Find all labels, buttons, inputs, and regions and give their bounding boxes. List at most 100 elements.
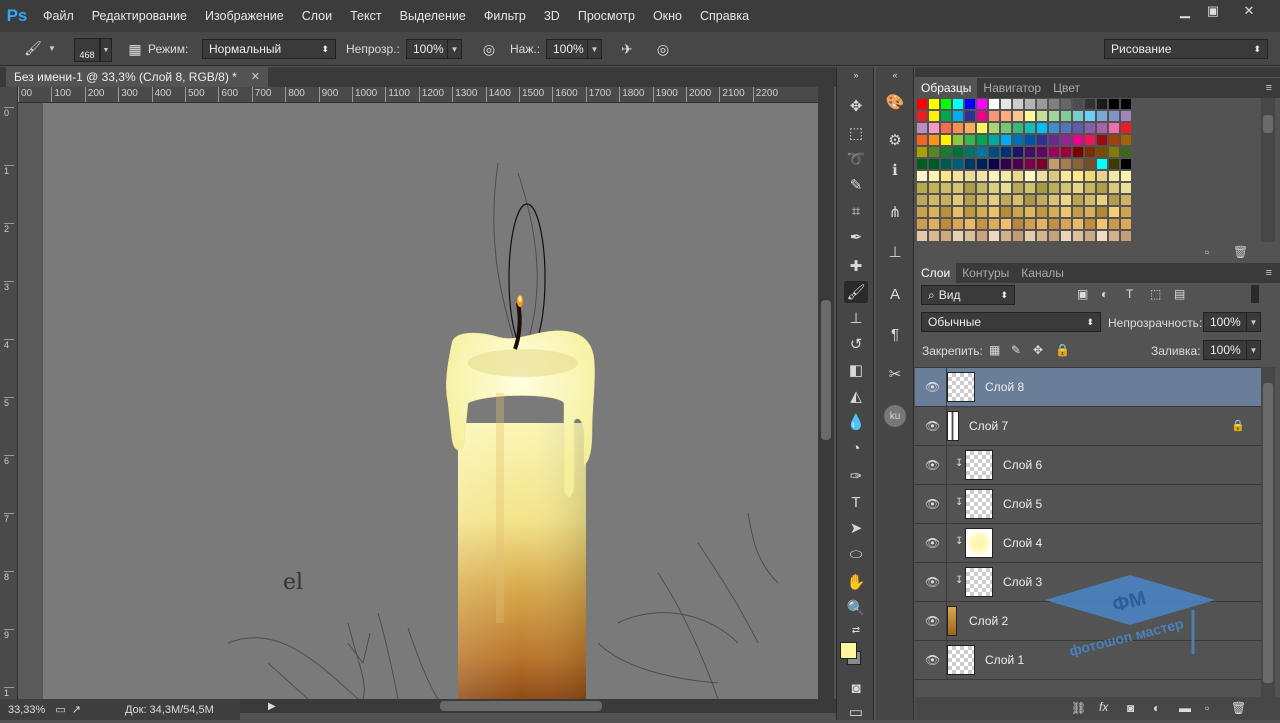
color-swatch[interactable] bbox=[941, 99, 951, 109]
layer-row[interactable]: 👁 ↧ Слой 4 bbox=[915, 524, 1261, 563]
menu-layers[interactable]: Слои bbox=[293, 0, 341, 32]
color-swatch[interactable] bbox=[1025, 99, 1035, 109]
eye-icon[interactable]: 👁 bbox=[925, 653, 940, 667]
color-swatch[interactable] bbox=[965, 219, 975, 229]
color-swatch[interactable] bbox=[1025, 159, 1035, 169]
color-swatch[interactable] bbox=[953, 135, 963, 145]
color-swatch[interactable] bbox=[1073, 111, 1083, 121]
horizontal-scrollbar-thumb[interactable] bbox=[440, 701, 602, 711]
color-swatch[interactable] bbox=[1061, 111, 1071, 121]
color-swatch[interactable] bbox=[965, 183, 975, 193]
color-swatch[interactable] bbox=[941, 207, 951, 217]
color-swatch[interactable] bbox=[1121, 207, 1131, 217]
paint-bucket-icon[interactable]: ◭ bbox=[844, 385, 868, 407]
color-swatch[interactable] bbox=[1025, 147, 1035, 157]
color-swatch[interactable] bbox=[1013, 195, 1023, 205]
color-swatch[interactable] bbox=[1085, 135, 1095, 145]
lock-position-icon[interactable]: ✥ bbox=[1033, 343, 1043, 357]
collapse-icon[interactable]: « bbox=[883, 69, 907, 81]
color-swatch[interactable] bbox=[929, 147, 939, 157]
color-swatch[interactable] bbox=[1013, 207, 1023, 217]
paragraph-panel-icon[interactable]: ¶ bbox=[883, 323, 907, 345]
color-swatch[interactable] bbox=[977, 99, 987, 109]
color-swatch[interactable] bbox=[953, 159, 963, 169]
color-swatch[interactable] bbox=[941, 147, 951, 157]
color-swatch[interactable] bbox=[1109, 207, 1119, 217]
quick-mask-icon[interactable]: ◙ bbox=[844, 677, 868, 699]
color-swatch[interactable] bbox=[929, 195, 939, 205]
color-swatch[interactable] bbox=[1013, 231, 1023, 241]
color-swatch[interactable] bbox=[1037, 111, 1047, 121]
brush-size-dropdown[interactable]: ▼ bbox=[100, 38, 112, 62]
minimize-icon[interactable]: ▁ bbox=[1170, 0, 1200, 22]
foreground-color-swatch[interactable] bbox=[840, 642, 857, 659]
menu-text[interactable]: Текст bbox=[341, 0, 390, 32]
clone-source-icon[interactable]: ⊥ bbox=[883, 241, 907, 263]
menu-filter[interactable]: Фильтр bbox=[475, 0, 535, 32]
color-swatch[interactable] bbox=[965, 159, 975, 169]
color-swatch[interactable] bbox=[1061, 219, 1071, 229]
color-swatch[interactable] bbox=[1085, 111, 1095, 121]
color-swatch[interactable] bbox=[1073, 207, 1083, 217]
color-swatch[interactable] bbox=[1109, 219, 1119, 229]
color-swatch[interactable] bbox=[1037, 231, 1047, 241]
layer-opacity-dropdown[interactable]: ▼ bbox=[1247, 312, 1261, 332]
color-swatch[interactable] bbox=[917, 183, 927, 193]
color-swatch[interactable] bbox=[1013, 99, 1023, 109]
color-swatch[interactable] bbox=[1037, 183, 1047, 193]
color-swatch[interactable] bbox=[941, 219, 951, 229]
color-swatch[interactable] bbox=[1001, 99, 1011, 109]
close-tab-icon[interactable]: ✕ bbox=[251, 67, 260, 87]
color-swatch[interactable] bbox=[1061, 231, 1071, 241]
color-swatch[interactable] bbox=[977, 231, 987, 241]
tab-swatches[interactable]: Образцы bbox=[915, 78, 978, 98]
color-swatch[interactable] bbox=[953, 147, 963, 157]
color-swatch[interactable] bbox=[989, 111, 999, 121]
brush-tool-icon[interactable]: 🖌 bbox=[844, 281, 868, 303]
swatch-grid[interactable] bbox=[915, 98, 1255, 242]
pressure-size-icon[interactable]: ◎ bbox=[652, 38, 674, 60]
visibility-toggle[interactable]: 👁 bbox=[915, 524, 947, 563]
eye-icon[interactable]: 👁 bbox=[925, 419, 940, 433]
layer-filter-select[interactable]: ⌕ Вид ⬍ bbox=[921, 285, 1015, 305]
color-swatch[interactable] bbox=[1121, 147, 1131, 157]
pressure-opacity-icon[interactable]: ◎ bbox=[478, 38, 500, 60]
color-swatch[interactable] bbox=[953, 123, 963, 133]
color-swatch[interactable] bbox=[1001, 207, 1011, 217]
new-group-icon[interactable]: ▬ bbox=[1179, 701, 1191, 715]
color-swatch[interactable] bbox=[989, 207, 999, 217]
color-swatch[interactable] bbox=[1025, 207, 1035, 217]
color-swatch[interactable] bbox=[977, 183, 987, 193]
color-swatch[interactable] bbox=[965, 147, 975, 157]
color-swatch[interactable] bbox=[1121, 123, 1131, 133]
color-swatch[interactable] bbox=[1085, 99, 1095, 109]
color-swatch[interactable] bbox=[989, 99, 999, 109]
stamp-tool-icon[interactable]: ⊥ bbox=[844, 307, 868, 329]
move-tool-icon[interactable]: ✥ bbox=[844, 95, 868, 117]
tab-color[interactable]: Цвет bbox=[1047, 78, 1086, 98]
color-swatch[interactable] bbox=[1061, 207, 1071, 217]
tab-paths[interactable]: Контуры bbox=[956, 263, 1015, 283]
healing-brush-icon[interactable]: ✚ bbox=[844, 255, 868, 277]
visibility-toggle[interactable]: 👁 bbox=[915, 563, 947, 602]
color-swatch[interactable] bbox=[1061, 135, 1071, 145]
color-swatch[interactable] bbox=[1037, 135, 1047, 145]
color-swatch[interactable] bbox=[953, 231, 963, 241]
color-swatch[interactable] bbox=[1013, 183, 1023, 193]
menu-image[interactable]: Изображение bbox=[196, 0, 293, 32]
type-tool-icon[interactable]: T bbox=[844, 491, 868, 513]
color-swatch[interactable] bbox=[941, 135, 951, 145]
color-swatch[interactable] bbox=[1109, 123, 1119, 133]
color-swatch[interactable] bbox=[977, 195, 987, 205]
color-swatch[interactable] bbox=[1073, 159, 1083, 169]
color-swatch[interactable] bbox=[1025, 135, 1035, 145]
color-swatch[interactable] bbox=[977, 159, 987, 169]
opacity-dropdown[interactable]: ▼ bbox=[448, 39, 462, 59]
color-swatch[interactable] bbox=[941, 195, 951, 205]
color-swatch[interactable] bbox=[929, 123, 939, 133]
eyedropper-icon[interactable]: ✒ bbox=[844, 226, 868, 248]
menu-edit[interactable]: Редактирование bbox=[83, 0, 196, 32]
color-swatch[interactable] bbox=[1073, 195, 1083, 205]
color-swatch[interactable] bbox=[1085, 207, 1095, 217]
color-swatch[interactable] bbox=[989, 135, 999, 145]
